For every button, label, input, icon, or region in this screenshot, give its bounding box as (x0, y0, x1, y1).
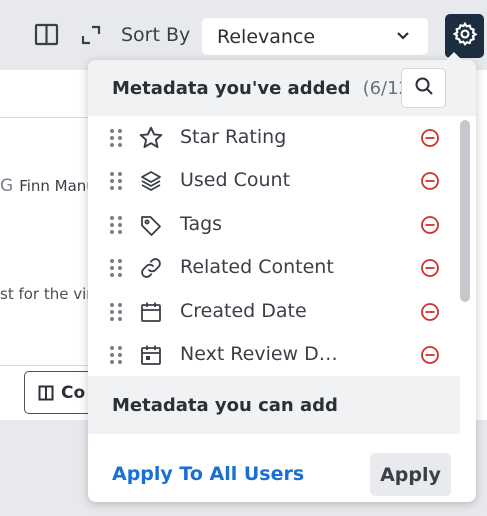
metadata-item-star-rating[interactable]: Star Rating (88, 116, 460, 160)
remove-icon[interactable] (420, 215, 440, 235)
drag-handle-icon[interactable] (109, 215, 123, 235)
sort-select-value: Relevance (217, 25, 316, 48)
metadata-item-label: Created Date (180, 300, 307, 322)
layers-icon (138, 168, 164, 194)
scrollbar-thumb[interactable] (460, 120, 470, 302)
divider (0, 117, 100, 118)
content-description: st for the vir (0, 285, 93, 303)
available-metadata-section: Metadata you can add (88, 376, 460, 434)
metadata-item-used-count[interactable]: Used Count (88, 159, 460, 203)
content-action-label: Co (61, 382, 86, 403)
popover-footer: Apply To All Users Apply (88, 434, 476, 502)
tag-icon (138, 212, 164, 238)
metadata-item-label: Star Rating (180, 126, 287, 148)
metadata-item-label: Used Count (180, 169, 291, 191)
drag-handle-icon[interactable] (109, 258, 123, 278)
calendar-review-icon (138, 342, 164, 368)
added-metadata-list: Star Rating Used Count Tags Related Cont… (88, 116, 460, 376)
remove-icon[interactable] (420, 302, 440, 322)
metadata-item-related-content[interactable]: Related Content (88, 246, 460, 290)
popover-caret (446, 52, 462, 60)
drag-handle-icon[interactable] (109, 302, 123, 322)
metadata-popover: Metadata you've added (6/12) Star Rating… (88, 52, 476, 502)
link-icon (138, 255, 164, 281)
sort-select[interactable]: Relevance (202, 18, 428, 55)
author-line: G Finn Manu (0, 176, 96, 196)
author-icon: G (0, 176, 14, 196)
columns-icon (38, 385, 54, 401)
remove-icon[interactable] (420, 128, 440, 148)
gear-icon (452, 21, 478, 51)
drag-handle-icon[interactable] (109, 171, 123, 191)
calendar-icon (138, 299, 164, 325)
popover-title: Metadata you've added (112, 77, 351, 99)
available-metadata-title: Metadata you can add (112, 394, 338, 416)
sort-by-label: Sort By (121, 24, 191, 46)
popover-header: Metadata you've added (6/12) (88, 60, 476, 116)
drag-handle-icon[interactable] (109, 345, 123, 365)
search-icon (414, 76, 434, 100)
author-name: Finn Manu (19, 177, 96, 195)
metadata-item-label: Related Content (180, 256, 334, 278)
remove-icon[interactable] (420, 171, 440, 191)
apply-to-all-users-link[interactable]: Apply To All Users (112, 463, 304, 485)
metadata-item-label: Tags (180, 213, 223, 235)
drag-handle-icon[interactable] (109, 128, 123, 148)
search-button[interactable] (401, 68, 446, 108)
metadata-item-label: Next Review D… (180, 343, 338, 365)
columns-icon[interactable] (33, 21, 61, 49)
metadata-item-created-date[interactable]: Created Date (88, 290, 460, 334)
metadata-item-next-review-date[interactable]: Next Review D… (88, 333, 460, 376)
metadata-item-tags[interactable]: Tags (88, 203, 460, 247)
divider (0, 365, 100, 366)
apply-button[interactable]: Apply (370, 453, 451, 496)
chevron-down-icon (394, 27, 412, 50)
remove-icon[interactable] (420, 345, 440, 365)
remove-icon[interactable] (420, 258, 440, 278)
expand-icon[interactable] (78, 22, 104, 48)
star-icon (138, 125, 164, 151)
